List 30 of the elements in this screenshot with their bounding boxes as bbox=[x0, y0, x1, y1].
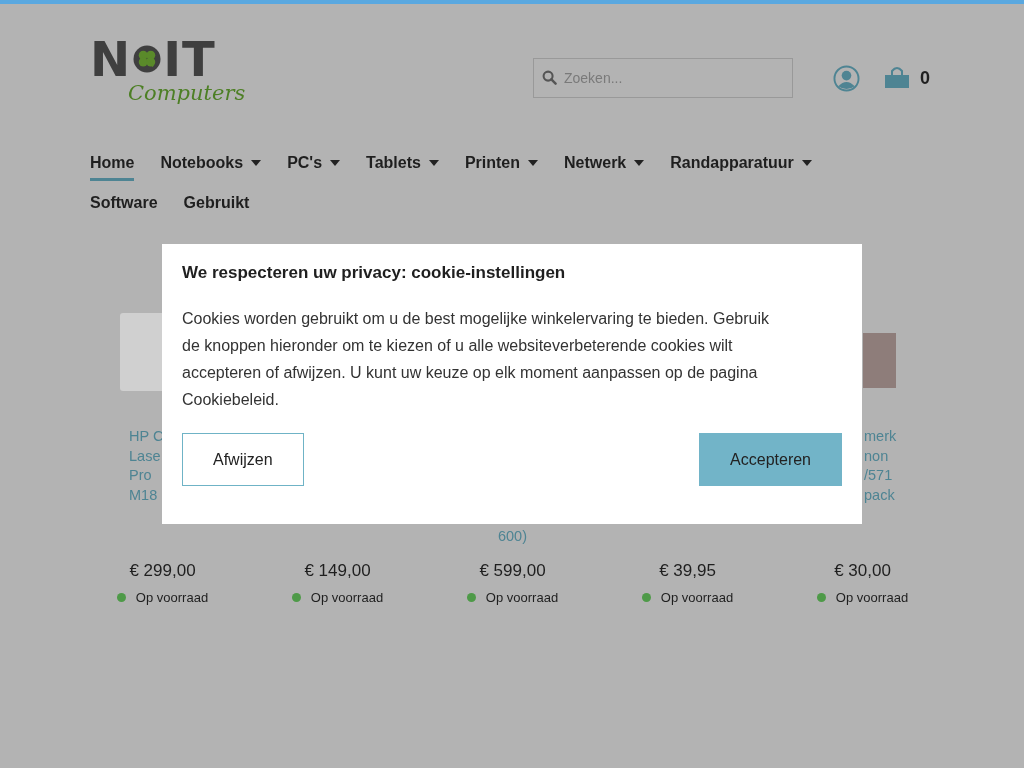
dialog-title: We respecteren uw privacy: cookie-instellingen bbox=[182, 263, 567, 283]
product-price: € 30,00 bbox=[834, 561, 891, 581]
stock-label: Op voorraad bbox=[310, 590, 384, 605]
account-icon[interactable] bbox=[833, 64, 860, 92]
nav-link[interactable]: Software bbox=[90, 192, 158, 221]
nav-link[interactable]: Notebooks bbox=[160, 152, 262, 181]
accept-button[interactable]: Accepteren bbox=[699, 433, 842, 486]
stock-label: Op voorraad bbox=[835, 590, 909, 605]
nav-link[interactable]: Randapparatuur bbox=[670, 152, 812, 181]
stock-label: Op voorraad bbox=[485, 590, 559, 605]
stock-label: Op voorraad bbox=[660, 590, 734, 605]
nav-link[interactable]: Gebruikt bbox=[183, 192, 250, 221]
cart-count: 0 bbox=[920, 67, 930, 89]
product-price: € 39,95 bbox=[659, 561, 716, 581]
product-price: € 299,00 bbox=[129, 561, 196, 581]
nav-link[interactable]: Printen bbox=[464, 152, 538, 181]
logo-drawing[interactable]: N IT Computers bbox=[90, 37, 246, 119]
product-price: € 599,00 bbox=[479, 561, 546, 581]
search-field[interactable]: Zoeken... bbox=[533, 58, 793, 98]
nav-link[interactable]: Home bbox=[90, 152, 135, 181]
nav-link[interactable]: PC's bbox=[287, 152, 341, 181]
search-icon bbox=[542, 70, 557, 85]
stock-label: Op voorraad bbox=[135, 590, 209, 605]
product-price: € 149,00 bbox=[304, 561, 371, 581]
shopping-bag-icon[interactable] bbox=[884, 66, 910, 90]
nav-link[interactable]: Tablets bbox=[366, 152, 439, 181]
ink-cartridge-image bbox=[863, 333, 896, 388]
reject-button[interactable]: Afwijzen bbox=[182, 433, 304, 486]
dialog-text: Cookies worden gebruikt om u de best mogelijke winkelervaring te bieden. Gebruik de knoppen hieronder om te kiezen of u alle websiteverbeterende cookies wilt accepteren of afwijzen. U kunt uw keuze op elk moment aanpassen op de pagina Cookiebeleid. bbox=[182, 309, 770, 410]
nav-link[interactable]: Netwerk bbox=[564, 152, 645, 181]
